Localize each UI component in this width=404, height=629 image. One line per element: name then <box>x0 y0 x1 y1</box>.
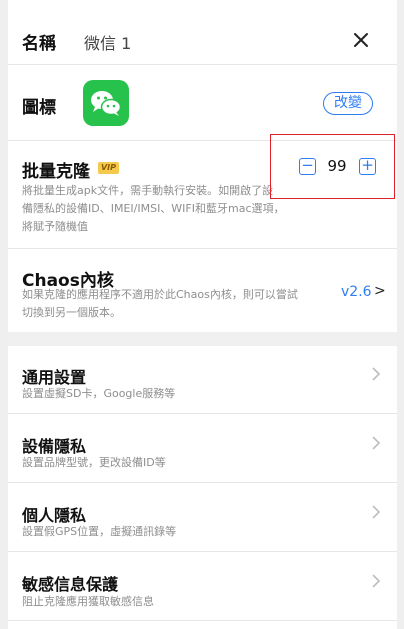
close-icon[interactable] <box>350 29 372 51</box>
icon-label: 圖標 <box>22 98 56 118</box>
menu-item-subtitle: 設置虛擬SD卡，Google服務等 <box>22 387 176 400</box>
divider <box>8 413 397 414</box>
wechat-icon <box>83 80 129 126</box>
section-gap <box>8 332 397 346</box>
divider <box>8 482 397 483</box>
divider <box>8 620 397 621</box>
clone-count[interactable]: 99 <box>321 157 353 175</box>
change-icon-button[interactable]: 改變 <box>323 92 373 115</box>
chevron-right-icon[interactable] <box>371 573 381 589</box>
divider <box>8 551 397 552</box>
name-value[interactable]: 微信 1 <box>84 30 131 54</box>
chevron-right-icon[interactable] <box>371 366 381 382</box>
batch-desc-line: 將賦予隨機值 <box>22 220 88 233</box>
menu-item-subtitle: 阻止克隆應用獲取敏感信息 <box>22 595 154 608</box>
batch-clone-description: 將批量生成apk文件，需手動執行安裝。如開啟了設 備隱私的設備ID、IMEI/I… <box>22 182 297 236</box>
increment-button[interactable]: + <box>359 158 376 175</box>
menu-item-subtitle: 設置假GPS位置，虛擬通訊錄等 <box>22 525 177 538</box>
chaos-desc-line: 如果克隆的應用程序不適用於此Chaos內核，則可以嘗試 <box>22 288 298 301</box>
chevron-right-icon[interactable]: > <box>374 283 386 299</box>
chevron-right-icon[interactable] <box>371 504 381 520</box>
divider <box>8 248 397 249</box>
batch-desc-line: 備隱私的設備ID、IMEI/IMSI、WIFI和藍牙mac選項， <box>22 202 285 215</box>
batch-desc-line: 將批量生成apk文件，需手動執行安裝。如開啟了設 <box>22 184 274 197</box>
menu-item-subtitle: 設置品牌型號，更改設備ID等 <box>22 456 166 469</box>
divider <box>8 64 397 65</box>
batch-clone-title: 批量克隆 <box>22 162 90 182</box>
chaos-version[interactable]: v2.6 <box>341 284 372 300</box>
name-label: 名稱 <box>22 34 56 54</box>
menu-item-sensitive-info-protection[interactable]: 敏感信息保護 <box>22 571 118 595</box>
decrement-button[interactable]: − <box>299 158 316 175</box>
chaos-kernel-description: 如果克隆的應用程序不適用於此Chaos內核，則可以嘗試 切換到另一個版本。 <box>22 286 322 322</box>
chevron-right-icon[interactable] <box>371 435 381 451</box>
vip-badge: VIP <box>98 162 119 174</box>
chaos-desc-line: 切換到另一個版本。 <box>22 306 121 319</box>
